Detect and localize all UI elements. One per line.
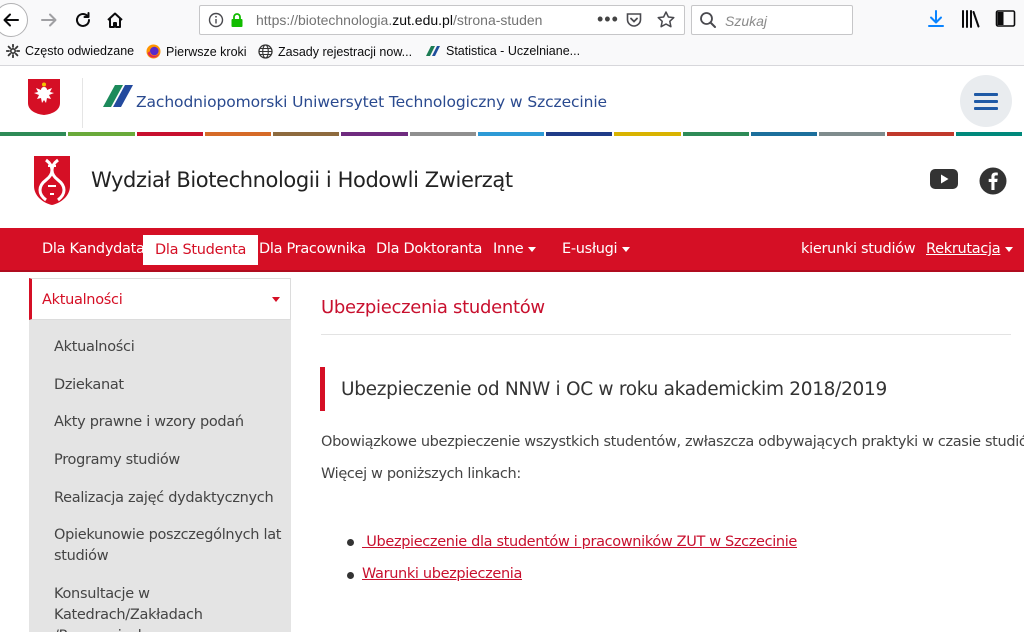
article-accent-bar — [320, 367, 325, 411]
nav-item-dla-doktoranta[interactable]: Dla Doktoranta — [376, 241, 482, 257]
list-bullet — [347, 572, 354, 579]
faculty-dna-logo-icon[interactable] — [32, 154, 72, 211]
forward-button[interactable] — [34, 5, 64, 35]
insurance-terms-link[interactable]: Warunki ubezpieczenia — [362, 566, 522, 582]
lock-icon[interactable] — [230, 12, 244, 33]
list-bullet — [347, 539, 354, 546]
nav-label: Dla Kandydata — [42, 241, 145, 257]
info-icon[interactable] — [208, 12, 224, 33]
title-divider — [321, 334, 1011, 335]
sidebar-item-konsultacje[interactable]: Konsultacje w Katedrach/Zakładach /Praco… — [54, 584, 286, 632]
url-domain: zut.edu.pl — [392, 12, 453, 28]
search-placeholder: Szukaj — [725, 13, 768, 29]
sidebar-item-realizacja-zajec[interactable]: Realizacja zajęć dydaktycznych — [54, 488, 286, 509]
back-button[interactable] — [0, 3, 28, 37]
nav-label: Dla Studenta — [155, 242, 247, 258]
nav-item-inne[interactable]: Inne — [493, 241, 537, 257]
firefox-icon — [146, 44, 161, 59]
bookmark-most-visited[interactable]: Często odwiedzane — [6, 44, 134, 58]
page-title: Ubezpieczenia studentów — [321, 297, 545, 318]
faculty-header: Wydział Biotechnologii i Hodowli Zwierzą… — [0, 136, 1024, 228]
pocket-icon[interactable] — [625, 11, 643, 34]
chevron-down-icon — [272, 297, 280, 302]
home-button[interactable] — [100, 5, 130, 35]
search-icon — [699, 11, 717, 34]
back-arrow-icon — [3, 13, 19, 27]
bookmark-label: Pierwsze kroki — [166, 44, 247, 59]
insurance-students-link[interactable]: Ubezpieczenie dla studentów i pracownikó… — [362, 534, 797, 550]
bookmark-star-icon[interactable] — [656, 10, 676, 35]
polish-emblem-icon[interactable] — [27, 78, 61, 116]
nav-label: E-usługi — [562, 241, 618, 257]
sidebar-item-programy-studiow[interactable]: Programy studiów — [54, 450, 286, 471]
sidebar-menu: Aktualności Aktualności Dziekanat Akty p… — [29, 278, 291, 632]
zut-logo-icon[interactable] — [103, 83, 135, 114]
header-divider — [82, 78, 83, 128]
hamburger-line — [974, 106, 998, 110]
globe-icon — [258, 44, 273, 59]
nav-item-dla-pracownika[interactable]: Dla Pracownika — [259, 241, 366, 257]
search-bar[interactable]: Szukaj — [691, 5, 853, 35]
library-icon[interactable] — [960, 9, 982, 34]
bookmark-registration-rules[interactable]: Zasady rejestracji now... — [258, 44, 412, 59]
download-icon[interactable] — [926, 9, 946, 34]
browser-toolbar: https://biotechnologia.zut.edu.pl/strona… — [0, 0, 1024, 40]
university-name[interactable]: Zachodniopomorski Uniwersytet Technologi… — [136, 93, 607, 111]
main-navigation: Dla Kandydata Dla Studenta Dla Pracownik… — [0, 228, 1024, 272]
bookmark-label: Często odwiedzane — [25, 44, 135, 58]
university-header: Zachodniopomorski Uniwersytet Technologi… — [0, 66, 1024, 136]
nav-label: Dla Pracownika — [259, 241, 366, 257]
forward-arrow-icon — [41, 13, 57, 27]
facebook-icon[interactable] — [979, 167, 1007, 200]
nav-item-e-uslugi[interactable]: E-usługi — [562, 241, 631, 257]
nav-item-dla-kandydata[interactable]: Dla Kandydata — [42, 241, 145, 257]
nav-item-rekrutacja[interactable]: Rekrutacja — [926, 241, 1014, 257]
hamburger-menu-button[interactable] — [960, 75, 1012, 127]
chevron-down-icon — [622, 246, 631, 252]
url-text[interactable]: https://biotechnologia.zut.edu.pl/strona… — [256, 12, 566, 28]
nav-item-kierunki-studiow[interactable]: kierunki studiów — [801, 241, 916, 257]
bookmark-getting-started[interactable]: Pierwsze kroki — [146, 44, 247, 59]
reload-icon — [76, 12, 90, 27]
home-icon — [107, 12, 123, 28]
article-title: Ubezpieczenie od NNW i OC w roku akademi… — [341, 379, 887, 400]
bookmark-label: Statistica - Uczelniane... — [446, 44, 581, 58]
hamburger-line — [974, 99, 998, 103]
statistica-icon — [425, 45, 441, 57]
nav-label: Dla Doktoranta — [376, 241, 483, 257]
article-paragraph: Więcej w poniższych linkach: — [321, 466, 521, 482]
sidebar-dropdown-header[interactable]: Aktualności — [29, 278, 291, 320]
nav-item-dla-studenta[interactable]: Dla Studenta — [143, 235, 259, 265]
bookmark-label: Zasady rejestracji now... — [278, 44, 413, 59]
page-actions-icon[interactable]: ••• — [597, 9, 619, 30]
reload-button[interactable] — [68, 5, 98, 35]
nav-label: kierunki studiów — [801, 241, 916, 257]
url-path: /strona-studen — [452, 12, 543, 28]
bookmark-statistica[interactable]: Statistica - Uczelniane... — [425, 44, 580, 58]
article-paragraph: Obowiązkowe ubezpieczenie wszystkich stu… — [321, 434, 1024, 450]
bookmarks-toolbar: Często odwiedzane Pierwsze kroki Zasady … — [0, 40, 1024, 66]
faculty-name[interactable]: Wydział Biotechnologii i Hodowli Zwierzą… — [91, 168, 513, 192]
sidebar-item-akty-prawne[interactable]: Akty prawne i wzory podań — [54, 412, 286, 433]
nav-label: Inne — [493, 241, 524, 257]
hamburger-line — [974, 92, 998, 96]
nav-label: Rekrutacja — [926, 241, 1001, 257]
chevron-down-icon — [1005, 246, 1014, 252]
youtube-icon[interactable] — [929, 167, 959, 196]
chevron-down-icon — [528, 246, 537, 252]
address-bar[interactable]: https://biotechnologia.zut.edu.pl/strona… — [199, 5, 685, 35]
sidebar-item-aktualnosci[interactable]: Aktualności — [54, 337, 286, 358]
sidebar-header-label: Aktualności — [42, 292, 123, 308]
gear-icon — [6, 44, 20, 58]
sidebar-item-opiekunowie[interactable]: Opiekunowie poszczególnych lat studiów — [54, 525, 286, 567]
sidebar-toggle-icon[interactable] — [995, 9, 1017, 34]
sidebar-item-dziekanat[interactable]: Dziekanat — [54, 375, 286, 396]
url-prefix: https://biotechnologia. — [256, 12, 393, 28]
